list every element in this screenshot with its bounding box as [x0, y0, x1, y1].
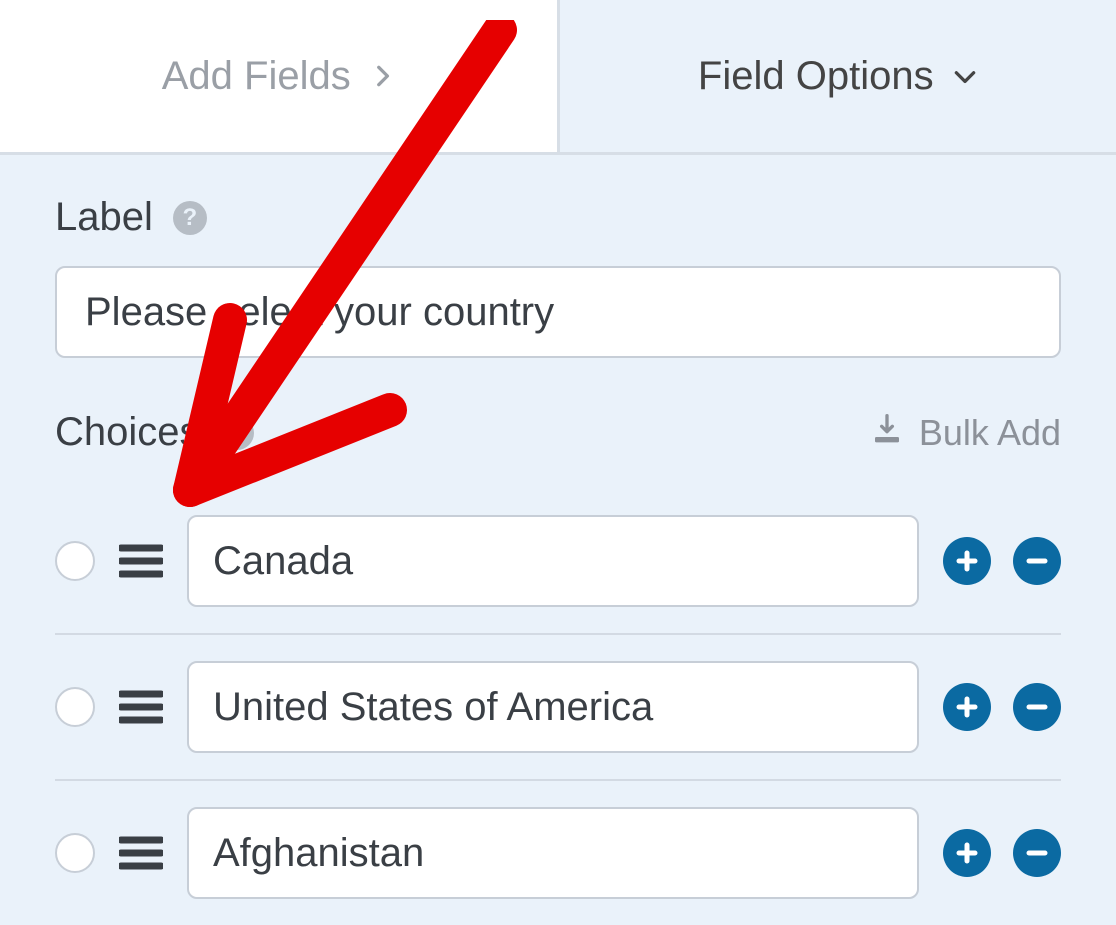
field-options-panel: Label ? Choices ? Bulk Add [0, 155, 1116, 925]
choice-default-radio[interactable] [55, 833, 95, 873]
choice-input[interactable] [187, 807, 919, 899]
remove-choice-button[interactable] [1013, 829, 1061, 877]
tab-field-options[interactable]: Field Options [560, 0, 1116, 152]
tab-field-options-label: Field Options [698, 54, 934, 99]
chevron-right-icon [369, 63, 395, 89]
choice-row [55, 781, 1061, 925]
tab-bar: Add Fields Field Options [0, 0, 1116, 155]
label-input[interactable] [55, 266, 1061, 358]
choice-default-radio[interactable] [55, 541, 95, 581]
tab-add-fields-label: Add Fields [162, 54, 351, 99]
chevron-down-icon [952, 63, 978, 89]
remove-choice-button[interactable] [1013, 537, 1061, 585]
choice-input[interactable] [187, 661, 919, 753]
choices-header: Choices ? Bulk Add [55, 410, 1061, 455]
drag-handle-icon[interactable] [119, 688, 163, 726]
choices-title: Choices [55, 410, 200, 455]
bulk-add-label: Bulk Add [919, 412, 1061, 454]
add-choice-button[interactable] [943, 683, 991, 731]
choice-row [55, 489, 1061, 635]
remove-choice-button[interactable] [1013, 683, 1061, 731]
label-title: Label [55, 195, 153, 240]
help-icon[interactable]: ? [173, 201, 207, 235]
add-choice-button[interactable] [943, 537, 991, 585]
help-icon[interactable]: ? [220, 416, 254, 450]
choice-row [55, 635, 1061, 781]
label-section-header: Label ? [55, 195, 1061, 240]
add-choice-button[interactable] [943, 829, 991, 877]
download-icon [871, 412, 903, 454]
drag-handle-icon[interactable] [119, 834, 163, 872]
choice-default-radio[interactable] [55, 687, 95, 727]
tab-add-fields[interactable]: Add Fields [0, 0, 560, 152]
drag-handle-icon[interactable] [119, 542, 163, 580]
choices-list [55, 489, 1061, 925]
bulk-add-button[interactable]: Bulk Add [871, 412, 1061, 454]
choice-input[interactable] [187, 515, 919, 607]
